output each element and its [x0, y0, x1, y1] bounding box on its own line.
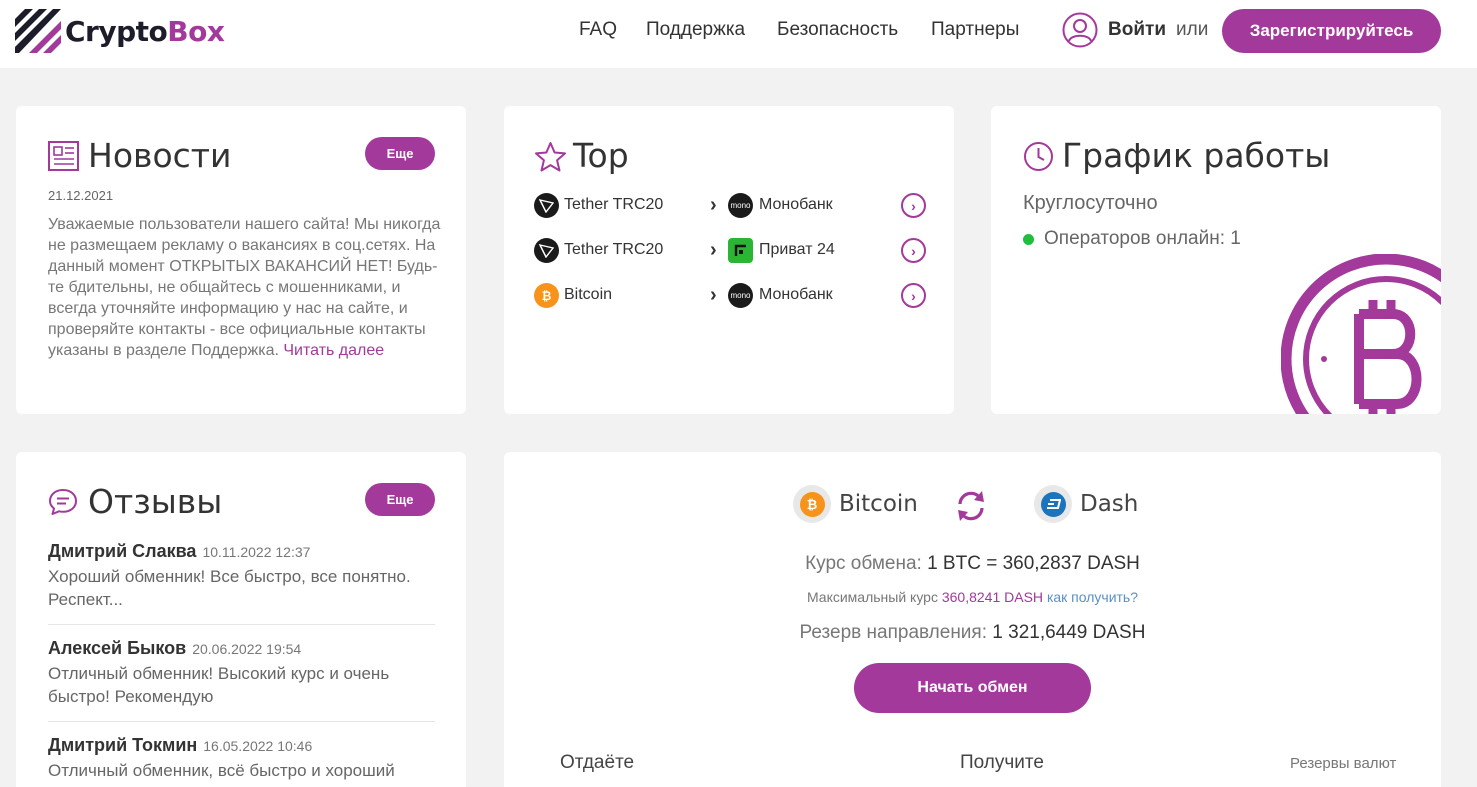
max-rate: Максимальный курс 360,8241 DASH как полу… [504, 589, 1441, 605]
from-currency[interactable]: ₿ Bitcoin [793, 485, 918, 523]
review-date: 20.06.2022 19:54 [192, 641, 302, 657]
top-pair-row[interactable]: ₿ Bitcoin › mono Монобанк › [534, 283, 929, 311]
bitcoin-icon: ₿ [799, 491, 825, 517]
go-arrow-button[interactable]: › [901, 283, 926, 308]
go-arrow-button[interactable]: › [901, 193, 926, 218]
give-column-header: Отдаёте [560, 752, 635, 773]
news-date: 21.12.2021 [48, 188, 114, 203]
user-icon[interactable] [1062, 12, 1098, 48]
top-from-label: Tether TRC20 [564, 196, 664, 213]
operators-online: Операторов онлайн: 1 [1023, 228, 1241, 250]
review-item: Дмитрий Слаква 10.11.2022 12:37 Хороший о… [48, 541, 435, 611]
to-currency[interactable]: Dash [1034, 485, 1138, 523]
review-author: Алексей Быков [48, 638, 187, 658]
top-pair-row[interactable]: Tether TRC20 › Приват 24 › [534, 238, 929, 266]
operators-online-text: Операторов онлайн: 1 [1044, 228, 1241, 249]
review-date: 10.11.2022 12:37 [202, 544, 311, 560]
top-to-label: Приват 24 [759, 241, 835, 258]
schedule-card: График работы Круглосуточно Операторов о… [991, 106, 1441, 414]
tron-icon [534, 238, 559, 263]
news-body: Уважаемые пользователи нашего сайта! Мы … [48, 214, 443, 361]
dash-icon [1040, 491, 1066, 517]
chat-bubble-icon [48, 487, 78, 522]
privat24-icon [728, 238, 753, 263]
nav-partners[interactable]: Партнеры [931, 19, 1019, 41]
top-from-label: Tether TRC20 [564, 241, 664, 258]
reserve: Резерв направления: 1 321,6449 DASH [504, 622, 1441, 644]
read-more-link[interactable]: Читать далее [283, 342, 384, 359]
max-rate-label: Максимальный курс [806, 589, 938, 605]
reviews-card: Отзывы Еще Дмитрий Слаква 10.11.2022 12:3… [16, 452, 466, 787]
news-title: Новости [88, 136, 232, 175]
to-currency-label: Dash [1080, 491, 1139, 517]
top-card: Top Tether TRC20 › mono Монобанк › Tethe… [504, 106, 954, 414]
rate-value: 1 BTC = 360,2837 DASH [927, 553, 1140, 574]
bitcoin-watermark-icon [1280, 253, 1441, 414]
news-more-button[interactable]: Еще [365, 137, 435, 170]
clock-icon [1023, 141, 1054, 177]
review-date: 16.05.2022 10:46 [203, 738, 313, 754]
monobank-icon: mono [728, 283, 753, 308]
review-divider [48, 624, 435, 625]
chevron-right-icon: › [710, 194, 717, 216]
schedule-hours: Круглосуточно [1023, 192, 1158, 214]
bitcoin-icon-wrap: ₿ [793, 485, 831, 523]
chevron-right-icon: › [710, 239, 717, 261]
go-arrow-button[interactable]: › [901, 238, 926, 263]
from-currency-label: Bitcoin [839, 491, 918, 517]
monobank-icon: mono [728, 193, 753, 218]
exchange-rate: Курс обмена: 1 BTC = 360,2837 DASH [504, 553, 1441, 575]
login-link[interactable]: Войти [1108, 19, 1166, 41]
top-pair-row[interactable]: Tether TRC20 › mono Монобанк › [534, 193, 929, 221]
exchange-card: ₿ Bitcoin Dash Курс обмена: 1 BTC = 360,… [504, 452, 1441, 787]
reviews-more-button[interactable]: Еще [365, 483, 435, 516]
get-column-header: Получите [960, 752, 1044, 773]
register-button[interactable]: Зарегистрируйтесь [1222, 9, 1441, 53]
schedule-title: График работы [1062, 136, 1331, 175]
start-exchange-button[interactable]: Начать обмен [854, 663, 1091, 713]
header: CryptoBox FAQ Поддержка Безопасность Пар… [0, 0, 1477, 68]
top-to-label: Монобанк [759, 286, 833, 303]
review-item: Дмитрий Токмин 16.05.2022 10:46 Отличный … [48, 735, 435, 782]
top-title: Top [573, 136, 629, 175]
review-divider [48, 721, 435, 722]
reviews-title: Отзывы [88, 482, 223, 521]
reserve-label: Резерв направления: [799, 622, 987, 643]
nav-faq[interactable]: FAQ [579, 19, 617, 41]
swap-icon[interactable] [953, 487, 989, 525]
review-text: Хороший обменник! Все быстро, все понятн… [48, 567, 411, 609]
review-item: Алексей Быков 20.06.2022 19:54 Отличный о… [48, 638, 435, 708]
logo-text: CryptoBox [65, 14, 225, 48]
reserve-value: 1 321,6449 DASH [992, 622, 1146, 643]
bitcoin-icon: ₿ [534, 283, 559, 308]
review-author: Дмитрий Токмин [48, 735, 198, 755]
review-text: Отличный обменник! Высокий курс и очень … [48, 664, 390, 706]
reserves-column-header: Резервы валют [1290, 755, 1397, 772]
star-icon [534, 141, 567, 178]
nav-security[interactable]: Безопасность [777, 19, 898, 41]
review-author: Дмитрий Слаква [48, 541, 197, 561]
online-status-icon [1023, 233, 1034, 245]
news-card: Новости Еще 21.12.2021 Уважаемые пользов… [16, 106, 466, 414]
top-to-label: Монобанк [759, 196, 833, 213]
rate-label: Курс обмена: [805, 553, 922, 574]
or-text: или [1176, 19, 1209, 40]
logo-mark-icon [15, 9, 61, 53]
nav-support[interactable]: Поддержка [646, 19, 745, 41]
how-to-get-link[interactable]: как получить? [1047, 589, 1138, 605]
max-rate-value: 360,8241 DASH [941, 589, 1044, 605]
logo[interactable]: CryptoBox [15, 9, 225, 53]
dash-icon-wrap [1034, 485, 1072, 523]
tron-icon [534, 193, 559, 218]
review-text: Отличный обменник, всё быстро и хороший [48, 761, 395, 780]
newspaper-icon [48, 141, 79, 176]
news-text: Уважаемые пользователи нашего сайта! Мы … [48, 216, 441, 359]
chevron-right-icon: › [710, 284, 717, 306]
top-from-label: Bitcoin [564, 286, 613, 303]
